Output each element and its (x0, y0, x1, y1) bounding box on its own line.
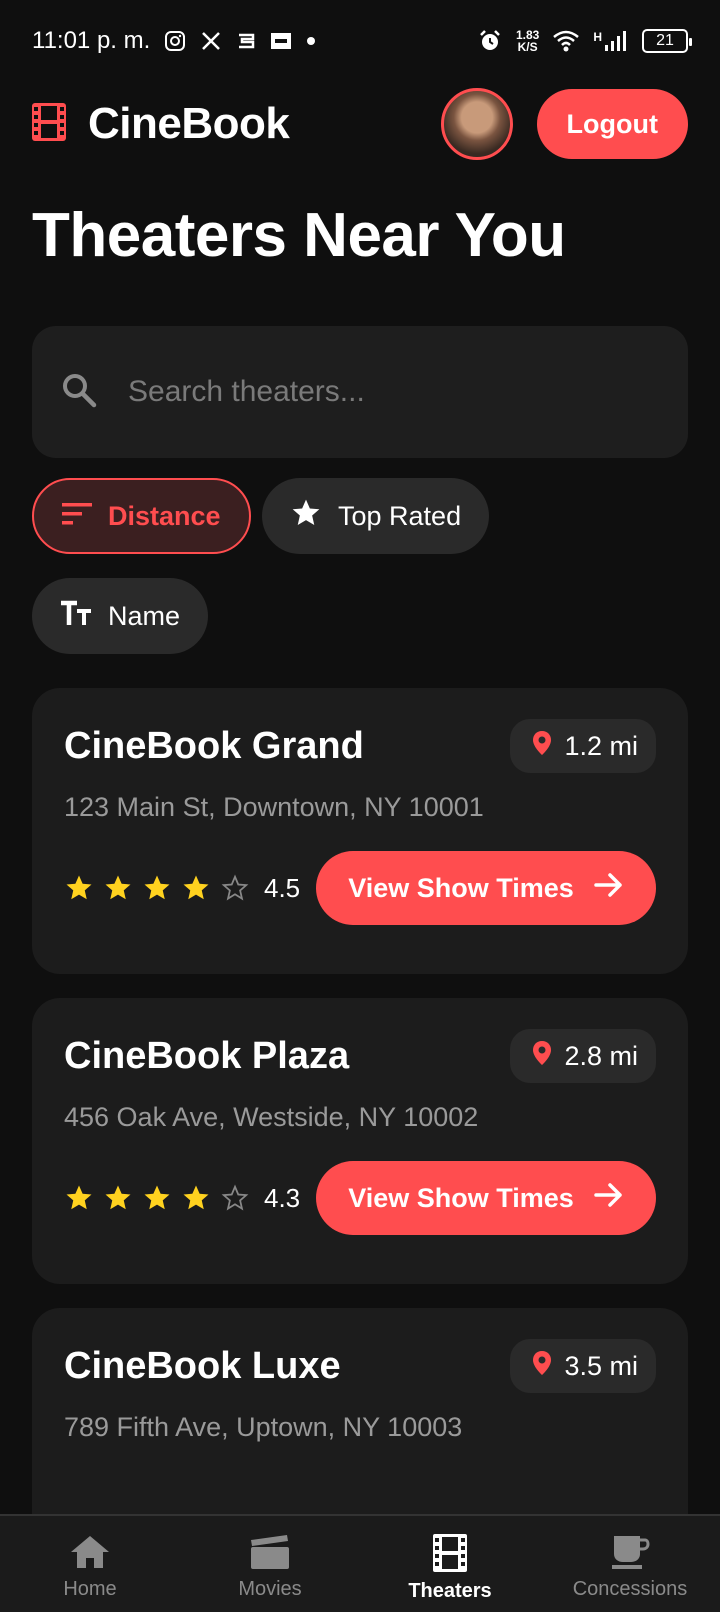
film-logo-icon (32, 102, 66, 146)
star-icon (290, 497, 322, 536)
app-notification-icon (236, 31, 256, 51)
location-pin-icon (532, 730, 552, 763)
filter-top-rated[interactable]: Top Rated (262, 478, 490, 554)
bottom-navigation: Home Movies Theaters Concessions (0, 1514, 720, 1612)
theater-address: 456 Oak Ave, Westside, NY 10002 (64, 1102, 479, 1132)
arrow-right-icon (594, 872, 624, 905)
nav-movies[interactable]: Movies (180, 1516, 360, 1612)
theater-name: CineBook Plaza (64, 1034, 350, 1077)
rating: 4.3 (64, 1183, 300, 1214)
theater-card[interactable]: CineBook Luxe 3.5 mi 789 Fifth Ave, Upto… (32, 1308, 688, 1514)
theater-address: 789 Fifth Ave, Uptown, NY 10003 (64, 1412, 463, 1442)
sort-icon (62, 501, 92, 532)
status-time: 11:01 p. m. (32, 27, 151, 54)
theater-name: CineBook Luxe (64, 1344, 341, 1387)
signal-icon: H (593, 30, 628, 52)
star-empty-icon (221, 1184, 249, 1211)
star-filled-icon (105, 875, 131, 900)
logout-button[interactable]: Logout (536, 89, 688, 159)
avatar[interactable] (440, 88, 513, 160)
text-size-icon (60, 600, 92, 633)
search-input[interactable] (128, 375, 660, 409)
star-rating (64, 1183, 250, 1213)
battery-indicator: 21 (642, 29, 692, 53)
view-show-times-button[interactable]: View Show Times (316, 851, 656, 925)
brand: CineBook (32, 99, 441, 149)
theater-card[interactable]: CineBook Grand 1.2 mi 123 Main St, Downt… (32, 688, 688, 974)
star-filled-icon (66, 1185, 92, 1210)
x-icon (200, 30, 222, 52)
film-strip-icon (433, 1534, 467, 1572)
distance-badge: 3.5 mi (510, 1339, 656, 1393)
image-notification-icon (270, 31, 292, 51)
star-filled-icon (183, 1185, 209, 1210)
distance-badge: 2.8 mi (510, 1029, 656, 1083)
theater-name: CineBook Grand (64, 724, 364, 767)
rating-value: 4.5 (264, 872, 301, 903)
star-empty-icon (221, 874, 249, 901)
location-pin-icon (532, 1350, 552, 1383)
clapperboard-icon (251, 1535, 289, 1569)
nav-home[interactable]: Home (0, 1516, 180, 1612)
page-title: Theaters Near You (32, 201, 566, 270)
theater-address: 123 Main St, Downtown, NY 10001 (64, 792, 484, 822)
coffee-cup-icon (612, 1536, 650, 1569)
filter-distance[interactable]: Distance (32, 478, 251, 554)
app-name: CineBook (88, 99, 290, 148)
nav-concessions[interactable]: Concessions (540, 1516, 720, 1612)
filter-label: Top Rated (338, 500, 462, 531)
status-bar: 11:01 p. m. 1.83 K/S H 21 (0, 0, 720, 82)
star-filled-icon (105, 1185, 131, 1210)
star-filled-icon (144, 875, 170, 900)
star-filled-icon (183, 875, 209, 900)
rating: 4.5 (64, 873, 300, 904)
view-show-times-button[interactable]: View Show Times (316, 1161, 656, 1235)
star-filled-icon (66, 875, 92, 900)
theater-card[interactable]: CineBook Plaza 2.8 mi 456 Oak Ave, Wests… (32, 998, 688, 1284)
nav-theaters[interactable]: Theaters (360, 1516, 540, 1612)
wifi-icon (553, 30, 580, 52)
search-bar[interactable] (32, 326, 688, 458)
network-speed: 1.83 K/S (515, 28, 540, 54)
home-icon (71, 1536, 109, 1568)
star-rating (64, 873, 250, 903)
app-header: CineBook Logout (32, 88, 688, 160)
distance-badge: 1.2 mi (510, 719, 656, 773)
rating-value: 4.3 (264, 1182, 301, 1213)
alarm-icon (478, 29, 502, 53)
location-pin-icon (532, 1040, 552, 1073)
filter-label: Name (108, 600, 181, 631)
filter-name[interactable]: Name (32, 578, 209, 654)
star-filled-icon (144, 1185, 170, 1210)
instagram-icon (164, 30, 186, 52)
search-icon (60, 371, 98, 414)
filter-label: Distance (108, 500, 221, 531)
arrow-right-icon (594, 1182, 624, 1215)
dot-icon (306, 36, 316, 46)
